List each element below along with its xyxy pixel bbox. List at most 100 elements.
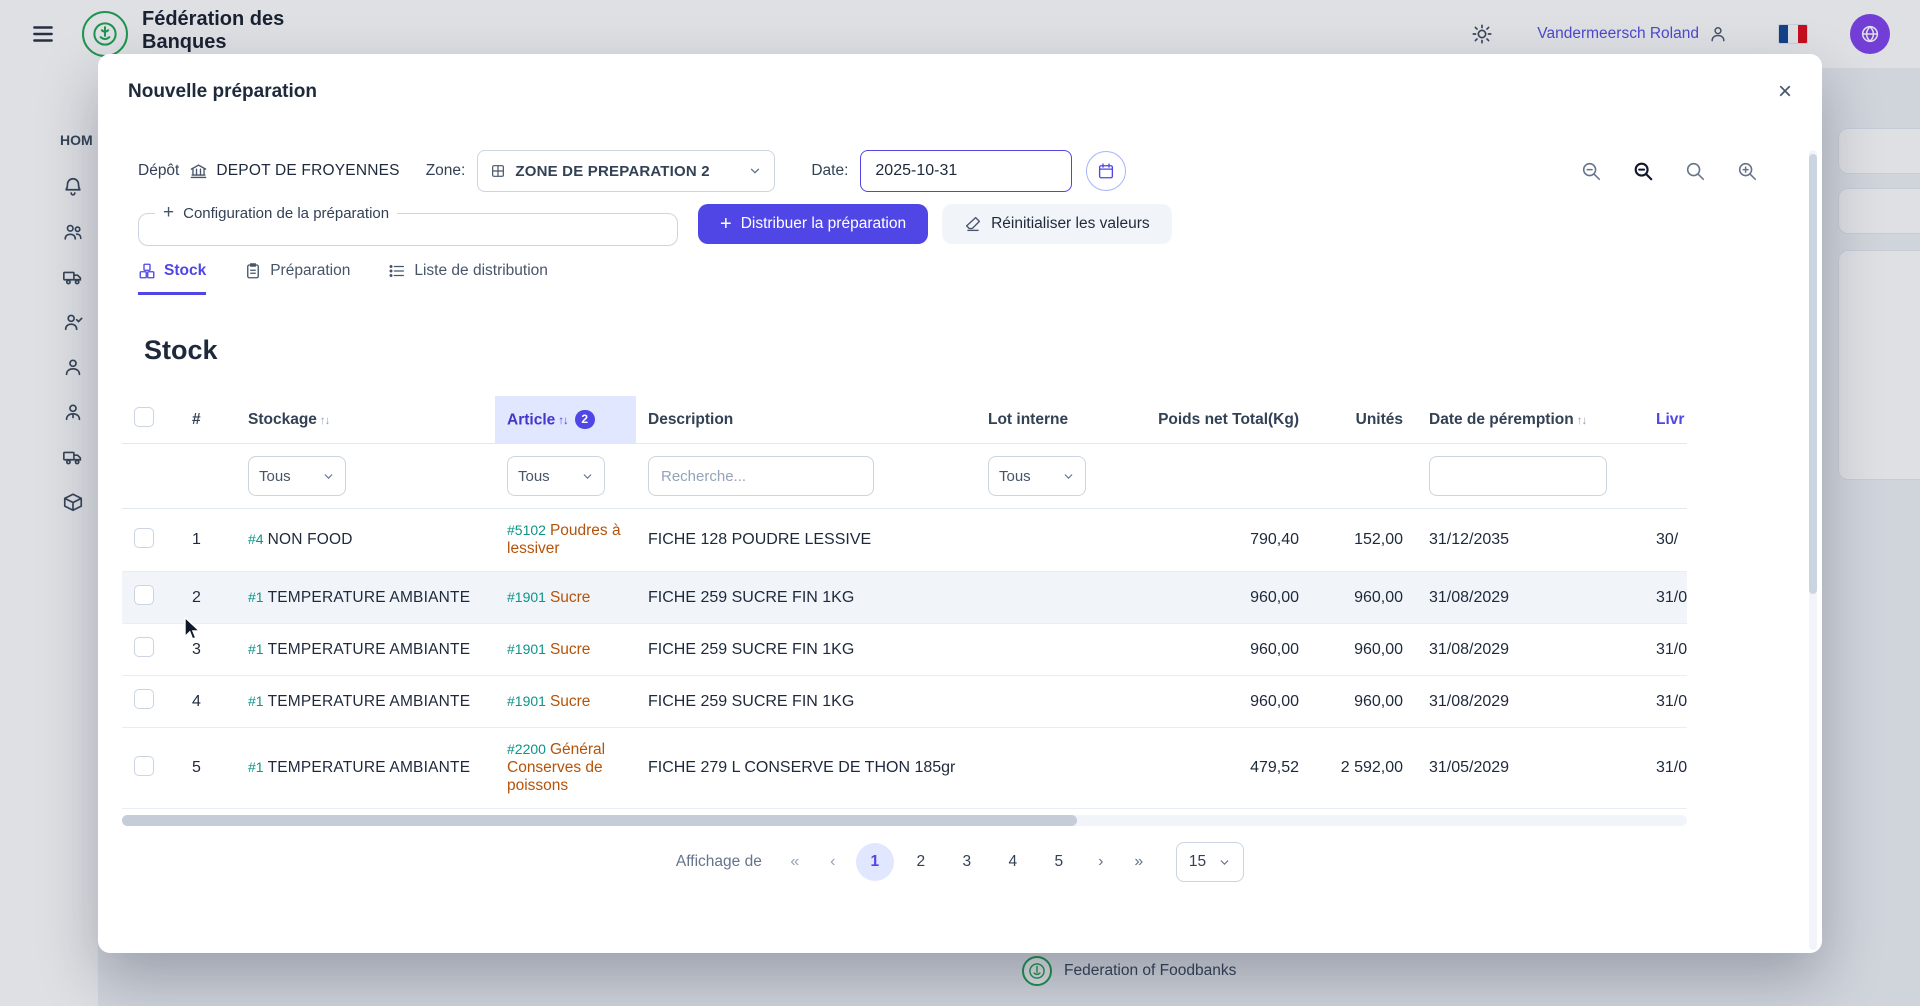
table-row[interactable]: 2 #1TEMPERATURE AMBIANTE #1901Sucre FICH…	[122, 572, 1687, 624]
select-all-checkbox[interactable]	[134, 407, 154, 427]
description-cell: FICHE 259 SUCRE FIN 1KG	[636, 676, 976, 728]
unites-cell: 152,00	[1313, 509, 1417, 572]
eraser-icon	[964, 215, 982, 233]
clipboard-icon	[244, 262, 262, 280]
row-number: 1	[180, 509, 236, 572]
zoom-out-icon-active[interactable]	[1632, 160, 1654, 182]
tab-liste-distribution[interactable]: Liste de distribution	[388, 262, 548, 295]
modal-header: Nouvelle préparation ×	[98, 54, 1822, 104]
vertical-scrollbar-thumb[interactable]	[1809, 154, 1817, 594]
sort-icon: ↑↓	[1577, 415, 1587, 427]
peremption-cell: 31/12/2035	[1417, 509, 1644, 572]
next-page-button[interactable]: ›	[1086, 843, 1116, 881]
peremption-cell: 31/05/2029	[1417, 728, 1644, 809]
close-button[interactable]: ×	[1778, 80, 1792, 104]
peremption-filter-input[interactable]	[1429, 456, 1607, 496]
reset-button[interactable]: Réinitialiser les valeurs	[942, 204, 1172, 244]
sort-icon: ↑↓	[320, 415, 330, 427]
configuration-row: + Configuration de la préparation + Dist…	[98, 202, 1822, 246]
lot-cell	[976, 624, 1111, 676]
peremption-cell: 31/08/2029	[1417, 676, 1644, 728]
page-button-2[interactable]: 2	[902, 843, 940, 881]
table-row[interactable]: 3 #1TEMPERATURE AMBIANTE #1901Sucre FICH…	[122, 624, 1687, 676]
previous-page-button[interactable]: ‹	[818, 843, 848, 881]
column-peremption[interactable]: Date de péremption↑↓	[1417, 396, 1644, 444]
modal-tabs: Stock Préparation Liste de distribution	[98, 262, 1822, 295]
lot-filter-select[interactable]: Tous	[988, 456, 1086, 496]
boxes-icon	[138, 262, 156, 280]
article-cell: #1901Sucre	[495, 676, 636, 728]
zoom-controls	[1580, 160, 1782, 182]
bank-icon	[189, 162, 208, 181]
page-button-5[interactable]: 5	[1040, 843, 1078, 881]
distribute-button[interactable]: + Distribuer la préparation	[698, 204, 928, 244]
first-page-button[interactable]: «	[780, 843, 810, 881]
stockage-cell: #1TEMPERATURE AMBIANTE	[236, 624, 495, 676]
page-size-select[interactable]: 15	[1176, 842, 1244, 882]
modal-title: Nouvelle préparation	[128, 81, 317, 103]
stock-table: # Stockage↑↓ Article↑↓2 Description Lot …	[122, 396, 1687, 809]
stockage-cell: #4NON FOOD	[236, 509, 495, 572]
column-stockage[interactable]: Stockage↑↓	[236, 396, 495, 444]
search-icon[interactable]	[1684, 160, 1706, 182]
vertical-scrollbar[interactable]	[1809, 150, 1817, 950]
chevron-down-icon	[748, 164, 762, 178]
zone-select[interactable]: ZONE DE PREPARATION 2	[477, 150, 775, 192]
table-row[interactable]: 4 #1TEMPERATURE AMBIANTE #1901Sucre FICH…	[122, 676, 1687, 728]
row-checkbox[interactable]	[134, 756, 154, 776]
description-search-input[interactable]	[648, 456, 874, 496]
stockage-cell: #1TEMPERATURE AMBIANTE	[236, 572, 495, 624]
column-livraison[interactable]: Livr	[1644, 396, 1687, 444]
article-cell: #1901Sucre	[495, 572, 636, 624]
column-description: Description	[636, 396, 976, 444]
article-cell: #1901Sucre	[495, 624, 636, 676]
page-button-1[interactable]: 1	[856, 843, 894, 881]
peremption-cell: 31/08/2029	[1417, 572, 1644, 624]
description-cell: FICHE 279 L CONSERVE DE THON 185gr	[636, 728, 976, 809]
plus-icon: +	[720, 214, 732, 234]
peremption-cell: 31/08/2029	[1417, 624, 1644, 676]
tab-preparation[interactable]: Préparation	[244, 262, 350, 295]
date-input[interactable]	[860, 150, 1072, 192]
row-checkbox[interactable]	[134, 637, 154, 657]
livraison-cell: 31/0	[1644, 676, 1687, 728]
tab-stock[interactable]: Stock	[138, 262, 206, 295]
stockage-filter-select[interactable]: Tous	[248, 456, 346, 496]
row-checkbox[interactable]	[134, 689, 154, 709]
zoom-out-icon[interactable]	[1580, 160, 1602, 182]
row-number: 2	[180, 572, 236, 624]
sort-icon: ↑↓	[558, 415, 568, 427]
column-article[interactable]: Article↑↓2	[495, 396, 636, 444]
stockage-cell: #1TEMPERATURE AMBIANTE	[236, 728, 495, 809]
row-checkbox[interactable]	[134, 585, 154, 605]
article-filter-select[interactable]: Tous	[507, 456, 605, 496]
stock-table-container: # Stockage↑↓ Article↑↓2 Description Lot …	[122, 396, 1687, 809]
plus-icon: +	[163, 202, 174, 224]
horizontal-scrollbar-thumb[interactable]	[122, 815, 1077, 826]
article-cell: #2200Général Conserves de poissons	[495, 728, 636, 809]
unites-cell: 960,00	[1313, 676, 1417, 728]
depot-label: Dépôt	[138, 162, 179, 180]
calendar-button[interactable]	[1086, 151, 1126, 191]
livraison-cell: 31/0	[1644, 728, 1687, 809]
livraison-cell: 31/0	[1644, 572, 1687, 624]
chevron-down-icon	[581, 470, 594, 483]
table-row[interactable]: 1 #4NON FOOD #5102Poudres à lessiver FIC…	[122, 509, 1687, 572]
poids-cell: 960,00	[1111, 676, 1313, 728]
table-row[interactable]: 5 #1TEMPERATURE AMBIANTE #2200Général Co…	[122, 728, 1687, 809]
page-button-4[interactable]: 4	[994, 843, 1032, 881]
horizontal-scrollbar[interactable]	[122, 815, 1687, 826]
column-unites: Unités	[1313, 396, 1417, 444]
unites-cell: 960,00	[1313, 572, 1417, 624]
page-button-3[interactable]: 3	[948, 843, 986, 881]
last-page-button[interactable]: »	[1124, 843, 1154, 881]
zoom-in-icon[interactable]	[1736, 160, 1758, 182]
unites-cell: 2 592,00	[1313, 728, 1417, 809]
configuration-label: Configuration de la préparation	[183, 205, 389, 222]
stockage-cell: #1TEMPERATURE AMBIANTE	[236, 676, 495, 728]
row-checkbox[interactable]	[134, 528, 154, 548]
table-header-row: # Stockage↑↓ Article↑↓2 Description Lot …	[122, 396, 1687, 444]
new-preparation-modal: Nouvelle préparation × Dépôt DEPOT DE FR…	[98, 54, 1822, 953]
configuration-panel[interactable]: + Configuration de la préparation	[138, 202, 678, 246]
poids-cell: 960,00	[1111, 572, 1313, 624]
